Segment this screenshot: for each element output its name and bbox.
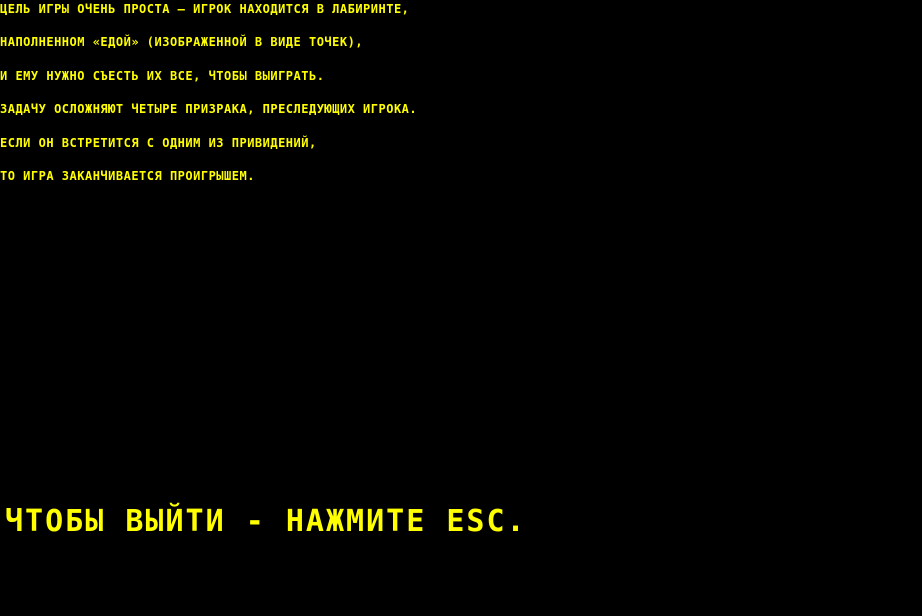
rules-line: и ему нужно съесть их все, чтобы выиграт… (0, 69, 325, 83)
rules-line: задачу осложняют четыре призрака, пресле… (0, 102, 418, 116)
rules-line: то игра заканчивается проигрышем. (0, 169, 255, 183)
game-rules-screen: цель игры очень проста – игрок находится… (0, 0, 922, 616)
rules-line: если он встретится с одним из привидений… (0, 136, 317, 150)
rules-line: наполненном «едой» (изображенной в виде … (0, 35, 364, 49)
rules-line: цель игры очень проста – игрок находится… (0, 2, 410, 16)
exit-hint: чтобы выйти - нажмите esc. (5, 504, 527, 539)
